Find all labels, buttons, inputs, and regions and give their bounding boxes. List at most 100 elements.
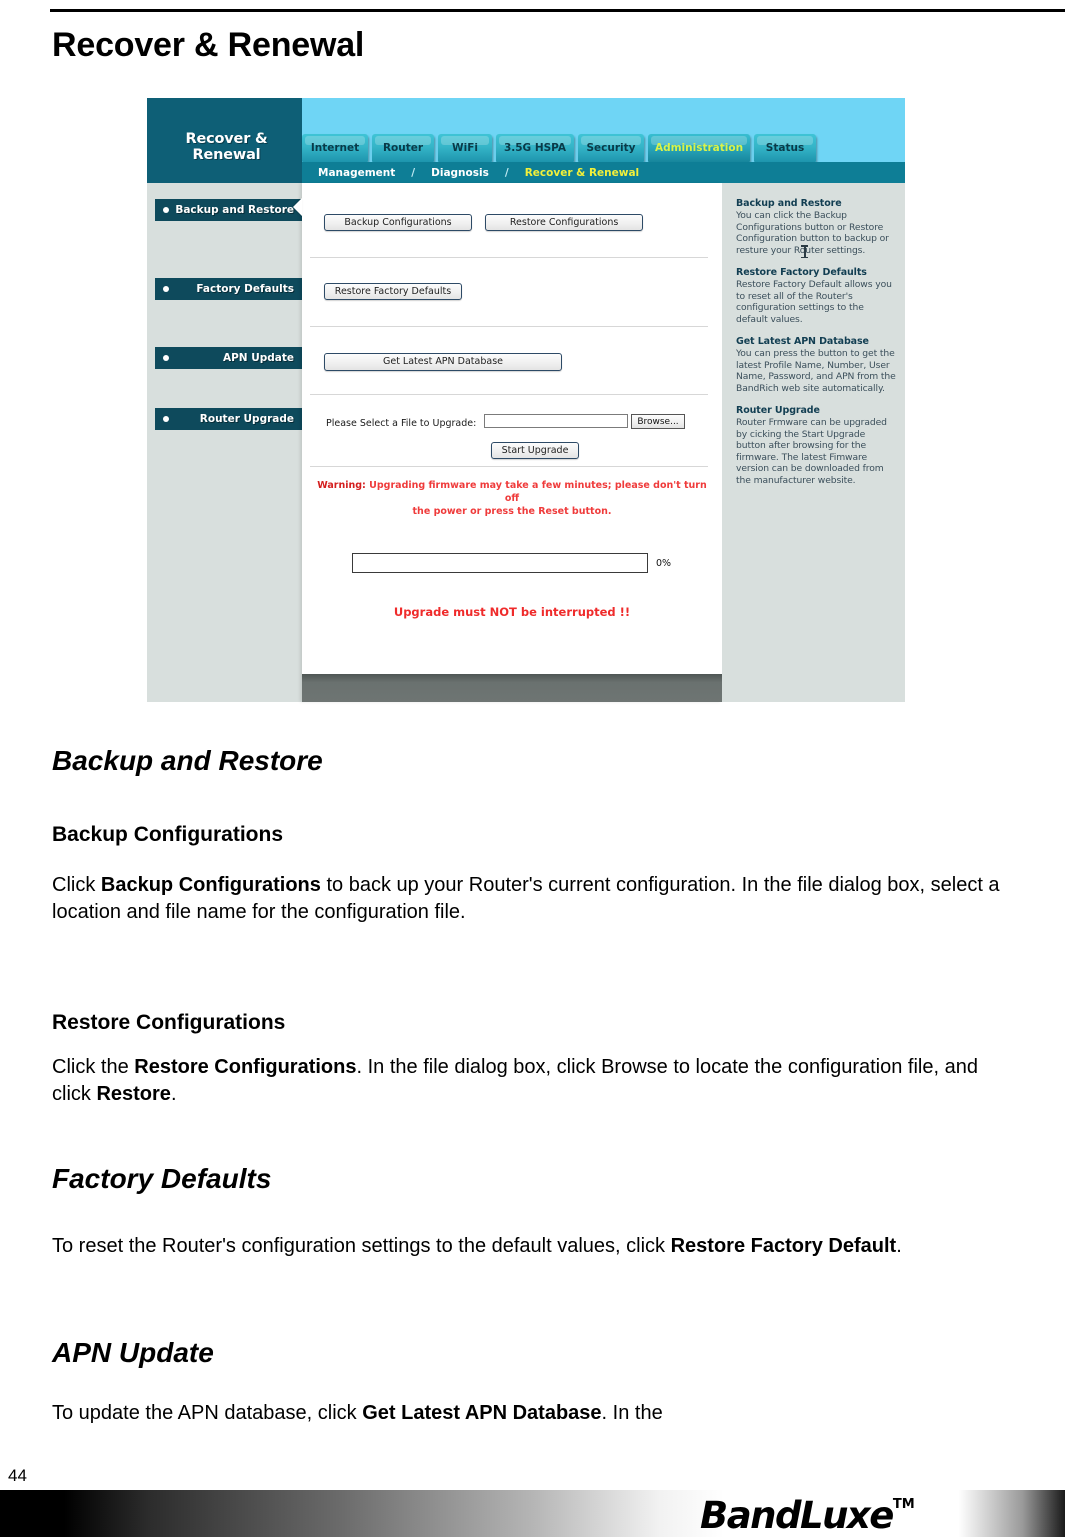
p4-bold-1: Get Latest APN Database <box>362 1402 602 1424</box>
sidebar-item-factory-defaults[interactable]: Factory Defaults <box>155 278 302 300</box>
factory-defaults-row: Restore Factory Defaults <box>324 279 462 300</box>
router-brand-block: Recover & Renewal <box>147 98 302 183</box>
divider-3 <box>310 394 708 395</box>
subnav-separator: / <box>411 166 416 179</box>
subheading-backup-configurations: Backup Configurations <box>52 823 284 846</box>
p1-text-1: Click <box>52 874 101 896</box>
router-main-footer-bar <box>302 674 722 702</box>
divider-2 <box>310 326 708 327</box>
router-main-panel: Backup Configurations Restore Configurat… <box>293 183 722 702</box>
tab-administration[interactable]: Administration <box>648 134 750 162</box>
firmware-warning-prefix: Warning: <box>317 480 366 491</box>
router-brand-title: Recover & Renewal <box>185 131 268 163</box>
p2-bold-1: Restore Configurations <box>134 1056 357 1078</box>
router-subnav[interactable]: Management / Diagnosis / Recover & Renewal <box>302 162 905 183</box>
p3-bold-1: Restore Factory Default <box>670 1235 897 1257</box>
browse-button[interactable]: Browse... <box>631 414 685 429</box>
start-upgrade-button[interactable]: Start Upgrade <box>491 442 579 459</box>
router-ui-screenshot: Recover & Renewal Internet Router WiFi 3.5G… <box>147 98 905 702</box>
firmware-warning: Warning: Upgrading firmware may take a f… <box>312 479 712 518</box>
divider-4 <box>310 466 708 467</box>
p4-text-2: . In the <box>601 1402 663 1424</box>
page-title: Recover & Renewal <box>52 26 365 64</box>
p4-text-1: To update the APN database, click <box>52 1402 363 1424</box>
get-latest-apn-database-button[interactable]: Get Latest APN Database <box>324 352 562 371</box>
page-top-rule <box>50 9 1065 12</box>
tab-label: Security <box>586 142 636 154</box>
bullet-icon <box>163 207 169 213</box>
router-header: Recover & Renewal Internet Router WiFi 3.5G… <box>147 98 905 183</box>
tab-internet[interactable]: Internet <box>302 134 368 162</box>
apn-update-row: Get Latest APN Database <box>324 349 562 371</box>
restore-factory-defaults-button[interactable]: Restore Factory Defaults <box>324 283 462 300</box>
upgrade-progress-bar <box>352 553 648 573</box>
tab-security[interactable]: Security <box>578 134 644 162</box>
sidebar-item-label: Router Upgrade <box>199 413 294 425</box>
heading-factory-defaults: Factory Defaults <box>52 1163 272 1194</box>
paragraph-restore-configurations: Click the Restore Configurations. In the… <box>52 1054 1007 1108</box>
tab-status[interactable]: Status <box>754 134 816 162</box>
help-heading-2: Restore Factory Defaults <box>736 267 867 278</box>
sidebar-item-apn-update[interactable]: APN Update <box>155 347 302 369</box>
help-body-3: You can press the button to get the late… <box>736 348 896 394</box>
subnav-item-recover-renewal[interactable]: Recover & Renewal <box>525 167 639 179</box>
subnav-item-management[interactable]: Management <box>318 167 395 179</box>
paragraph-apn-update: To update the APN database, click Get La… <box>52 1400 1007 1427</box>
bullet-icon <box>163 355 169 361</box>
panel-pointer-icon <box>293 198 302 216</box>
router-tab-bar[interactable]: Internet Router WiFi 3.5G HSPA Security Admin… <box>302 134 820 162</box>
upgrade-progress-percent: 0% <box>656 558 672 569</box>
tab-label: WiFi <box>452 142 478 154</box>
subheading-restore-configurations: Restore Configurations <box>52 1011 286 1034</box>
backup-configurations-button[interactable]: Backup Configurations <box>324 214 472 231</box>
tab-label: 3.5G HSPA <box>503 142 567 154</box>
start-upgrade-row: Start Upgrade <box>491 438 579 459</box>
heading-backup-and-restore: Backup and Restore <box>52 745 323 776</box>
subnav-separator: / <box>504 166 509 179</box>
sidebar-item-router-upgrade[interactable]: Router Upgrade <box>155 408 302 430</box>
bullet-icon <box>163 286 169 292</box>
tab-label: Administration <box>654 142 744 154</box>
router-help-content: Backup and Restore You can click the Back… <box>736 198 896 497</box>
upgrade-file-label: Please Select a File to Upgrade: <box>326 418 477 429</box>
subnav-item-diagnosis[interactable]: Diagnosis <box>431 167 489 179</box>
trademark-mark: TM <box>892 1497 915 1512</box>
help-heading-3: Get Latest APN Database <box>736 336 869 347</box>
tab-label: Router <box>382 142 424 154</box>
divider-1 <box>310 257 708 258</box>
bandluxe-logo: BandLuxe TM <box>700 1493 960 1537</box>
heading-apn-update: APN Update <box>52 1337 214 1368</box>
backup-restore-row: Backup Configurations Restore Configurat… <box>324 210 644 231</box>
paragraph-backup-configurations: Click Backup Configurations to back up y… <box>52 872 1007 926</box>
upgrade-file-input[interactable] <box>484 414 628 428</box>
tab-router[interactable]: Router <box>372 134 434 162</box>
tab-wifi[interactable]: WiFi <box>438 134 492 162</box>
sidebar-item-label: Factory Defaults <box>196 283 294 295</box>
p3-text-2: . <box>896 1235 902 1257</box>
router-help-panel: Backup and Restore You can click the Back… <box>722 183 905 702</box>
p2-text-1: Click the <box>52 1056 135 1078</box>
bullet-icon <box>163 416 169 422</box>
interrupt-warning: Upgrade must NOT be interrupted !! <box>393 605 631 619</box>
bandluxe-logo-text: BandLuxe <box>700 1493 894 1537</box>
tab-label: Internet <box>310 142 360 154</box>
restore-configurations-button[interactable]: Restore Configurations <box>485 214 644 231</box>
tab-3-5g-hspa[interactable]: 3.5G HSPA <box>496 134 574 162</box>
help-body-2: Restore Factory Default allows you to re… <box>736 279 892 325</box>
p2-text-3: . <box>170 1083 177 1105</box>
p1-bold-1: Backup Configurations <box>100 874 321 896</box>
sidebar-item-backup-and-restore[interactable]: Backup and Restore <box>155 199 302 221</box>
firmware-warning-line-1: Upgrading firmware may take a few minute… <box>369 480 707 504</box>
sidebar-item-label: Backup and Restore <box>175 204 294 216</box>
sidebar-item-label: APN Update <box>222 352 294 364</box>
help-body-4: Router Frmware can be upgraded by cickin… <box>736 417 887 486</box>
firmware-warning-line-2: the power or press the Reset button. <box>412 506 612 517</box>
page-number: 44 <box>8 1466 27 1485</box>
p3-text-1: To reset the Router's configuration sett… <box>52 1235 671 1257</box>
help-body-1: You can click the Backup Configurations … <box>736 210 889 256</box>
router-sidebar[interactable]: Backup and Restore Factory Defaults APN Up… <box>147 183 302 702</box>
tab-label: Status <box>765 142 805 154</box>
help-heading-4: Router Upgrade <box>736 405 820 416</box>
help-heading-1: Backup and Restore <box>736 198 842 209</box>
p2-bold-2: Restore <box>96 1083 171 1105</box>
